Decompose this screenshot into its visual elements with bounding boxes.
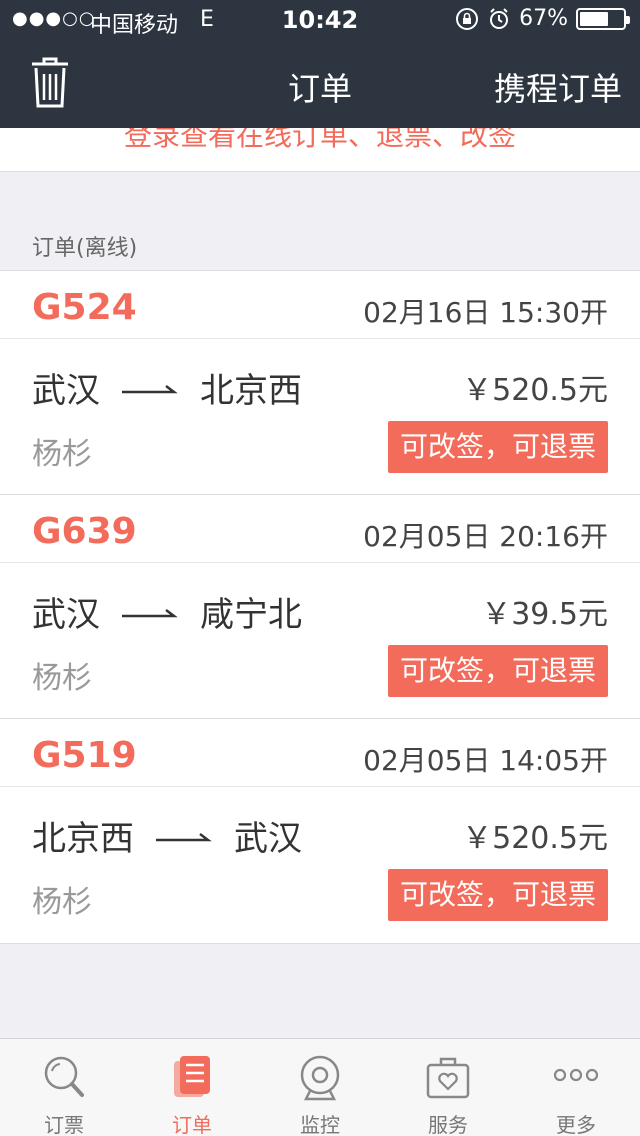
tab-bar: 订票 订单 监控 服务 更多 (0, 1038, 640, 1136)
to-station: 咸宁北 (200, 595, 302, 635)
from-station: 北京西 (32, 819, 134, 859)
tab-orders[interactable]: 订单 (128, 1039, 256, 1136)
order-list: G524 02月16日 15:30开 武汉 北京西 ￥520.5元 杨杉 可改签… (0, 270, 640, 944)
order-card-header: G519 02月05日 14:05开 (0, 719, 640, 787)
tab-label: 订单 (172, 1113, 212, 1136)
tab-more[interactable]: 更多 (512, 1039, 640, 1136)
train-number: G524 (32, 287, 137, 328)
search-icon (44, 1056, 84, 1097)
tab-monitor[interactable]: 监控 (256, 1039, 384, 1136)
ctrip-orders-button[interactable]: 携程订单 (494, 64, 622, 110)
status-badge: 可改签，可退票 (387, 645, 608, 697)
route: 北京西 武汉 (32, 811, 302, 860)
order-card-header: G524 02月16日 15:30开 (0, 271, 640, 339)
rotation-lock-icon (456, 7, 479, 30)
status-right: 67% (455, 6, 630, 31)
battery-percent: 67% (519, 6, 568, 31)
ticket-price: ￥520.5元 (462, 821, 608, 856)
order-card[interactable]: G524 02月16日 15:30开 武汉 北京西 ￥520.5元 杨杉 可改签… (0, 271, 640, 495)
tab-label: 更多 (556, 1113, 596, 1136)
status-bar: ●●●○○ 中国移动 E 10:42 67% (0, 0, 640, 40)
passenger-name: 杨杉 (32, 437, 92, 472)
tab-label: 订票 (44, 1113, 84, 1136)
to-station: 北京西 (200, 371, 302, 411)
route-arrow-icon (156, 832, 212, 841)
tab-book-tickets[interactable]: 订票 (0, 1039, 128, 1136)
order-card[interactable]: G519 02月05日 14:05开 北京西 武汉 ￥520.5元 杨杉 可改签… (0, 719, 640, 943)
alarm-icon (490, 7, 509, 29)
passenger-name: 杨杉 (32, 885, 92, 920)
battery-icon (576, 7, 630, 30)
status-badge: 可改签，可退票 (387, 869, 608, 921)
login-hint-text: 登录查看在线订单、退票、改签 (123, 128, 516, 152)
to-station: 武汉 (234, 819, 302, 859)
battery-fill (580, 11, 608, 26)
login-hint-banner[interactable]: 登录查看在线订单、退票、改签 (0, 128, 640, 172)
navbar: 订单 携程订单 (0, 40, 640, 128)
order-card-header: G639 02月05日 20:16开 (0, 495, 640, 563)
departure-time: 02月16日 15:30开 (363, 296, 608, 329)
train-number: G639 (32, 511, 137, 552)
tab-label: 监控 (300, 1113, 340, 1136)
document-icon (174, 1056, 210, 1097)
train-number: G519 (32, 735, 137, 776)
ticket-price: ￥39.5元 (481, 597, 608, 632)
from-station: 武汉 (32, 595, 100, 635)
tab-label: 服务 (428, 1113, 468, 1136)
route: 武汉 北京西 (32, 363, 302, 412)
tab-services[interactable]: 服务 (384, 1039, 512, 1136)
briefcase-heart-icon (426, 1057, 470, 1099)
route-arrow-icon (122, 608, 178, 617)
status-badge: 可改签，可退票 (387, 421, 608, 473)
section-label: 订单(离线) (32, 236, 138, 261)
departure-time: 02月05日 20:16开 (363, 520, 608, 553)
more-dots-icon (553, 1068, 599, 1082)
departure-time: 02月05日 14:05开 (363, 744, 608, 777)
camera-icon (300, 1055, 340, 1101)
route: 武汉 咸宁北 (32, 587, 302, 636)
ticket-price: ￥520.5元 (462, 373, 608, 408)
from-station: 武汉 (32, 371, 100, 411)
route-arrow-icon (122, 384, 178, 393)
header: ●●●○○ 中国移动 E 10:42 67% 订单 携程订单 (0, 0, 640, 128)
passenger-name: 杨杉 (32, 661, 92, 696)
order-card[interactable]: G639 02月05日 20:16开 武汉 咸宁北 ￥39.5元 杨杉 可改签，… (0, 495, 640, 719)
